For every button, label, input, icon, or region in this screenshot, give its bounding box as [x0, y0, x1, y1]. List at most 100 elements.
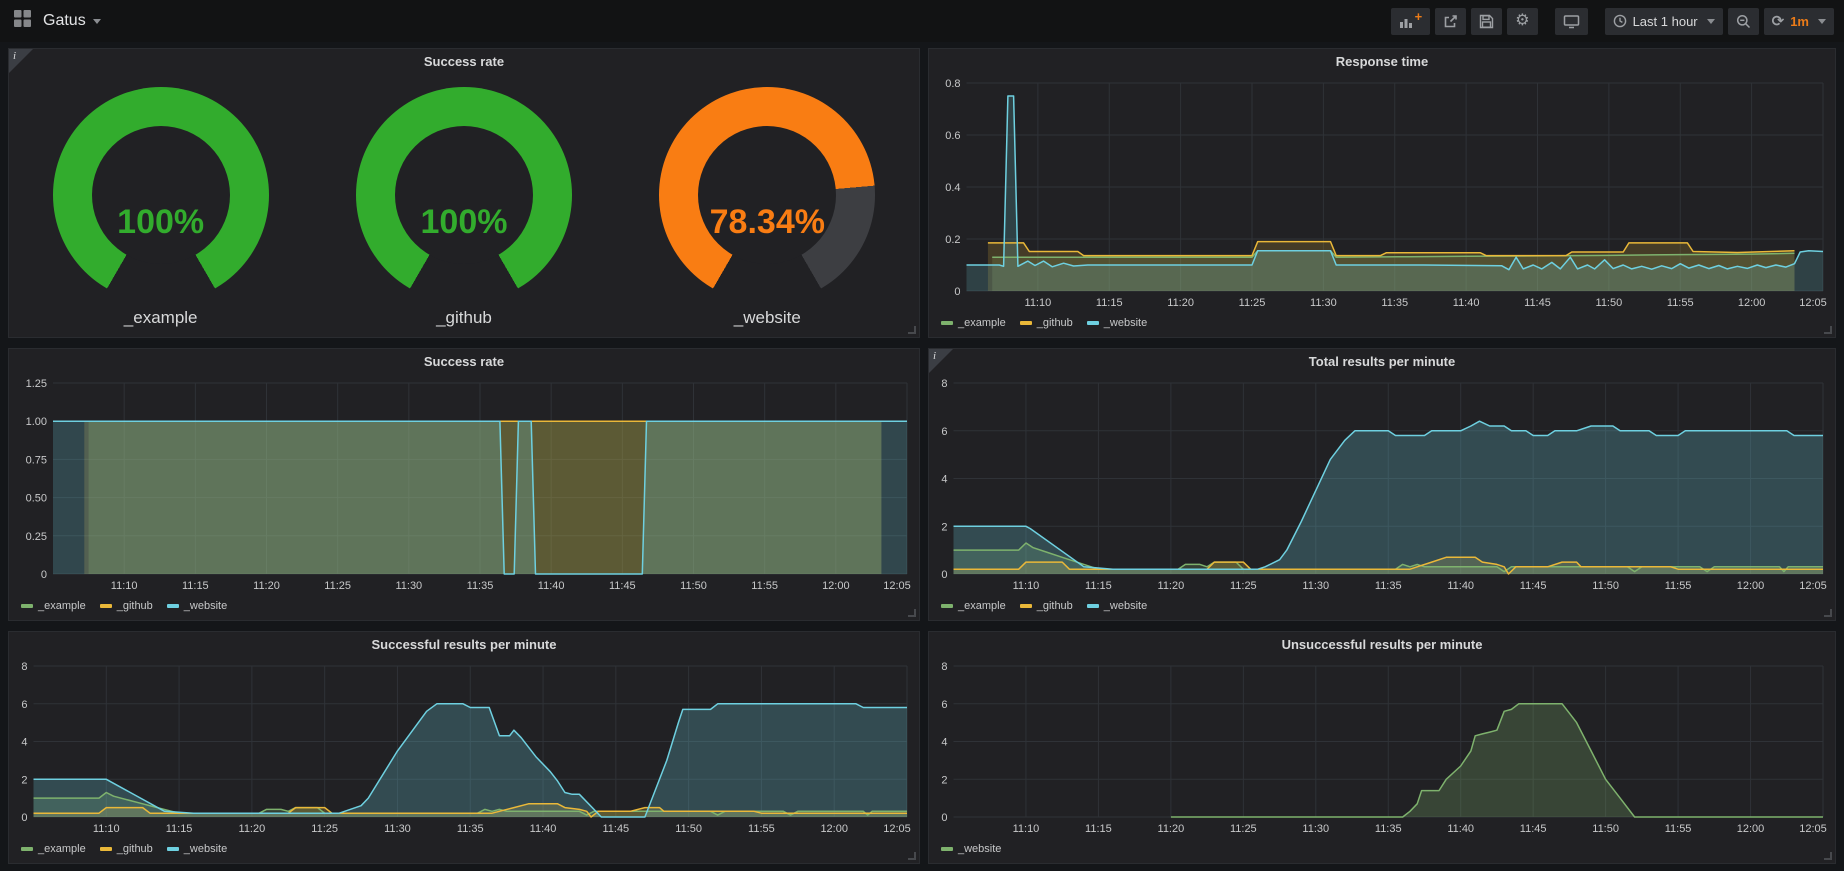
y-axis-label: 0.50 — [26, 493, 47, 505]
panel-title[interactable]: Success rate — [9, 349, 919, 373]
legend-item-_example[interactable]: _example — [21, 600, 86, 612]
gear-icon: ⚙ — [1515, 13, 1529, 29]
gauge-label: _example — [124, 308, 198, 328]
chart-canvas[interactable]: 0246811:1011:1511:2011:2511:3011:3511:40… — [13, 656, 915, 837]
x-axis-label: 12:05 — [1799, 823, 1827, 835]
navbar: Gatus + ⚙ — [0, 0, 1844, 42]
panel-resize-handle[interactable] — [1824, 852, 1832, 860]
panel-title[interactable]: Response time — [929, 49, 1835, 73]
legend-swatch — [941, 604, 953, 608]
y-axis-label: 0.2 — [945, 234, 960, 246]
y-axis-label: 0.6 — [945, 130, 960, 142]
legend-label: _website — [184, 600, 227, 612]
legend-item-_github[interactable]: _github — [1020, 600, 1073, 612]
legend-swatch — [941, 321, 953, 325]
panel-resize-handle[interactable] — [1824, 609, 1832, 617]
legend-swatch — [100, 604, 112, 608]
x-axis-label: 11:50 — [1592, 823, 1619, 835]
refresh-interval-label: 1m — [1790, 14, 1809, 29]
dashboard-caret-icon[interactable] — [93, 19, 101, 24]
chart-canvas[interactable]: 00.250.500.751.001.2511:1011:1511:2011:2… — [13, 373, 915, 594]
panel-resize-handle[interactable] — [908, 326, 916, 334]
y-axis-label: 6 — [941, 426, 947, 438]
gauge-value: 100% — [53, 203, 269, 242]
legend-item-_example[interactable]: _example — [941, 317, 1006, 329]
panel-resize-handle[interactable] — [1824, 326, 1832, 334]
x-axis-label: 11:40 — [1453, 297, 1480, 309]
navbar-right: + ⚙ — [1386, 8, 1844, 35]
panel-title[interactable]: Success rate — [9, 49, 919, 73]
chart-canvas[interactable]: 00.20.40.60.811:1011:1511:2011:2511:3011… — [933, 73, 1831, 311]
legend-item-_website[interactable]: _website — [1087, 317, 1147, 329]
panel-unsuccessful-results: Unsuccessful results per minute 0246811:… — [928, 631, 1836, 864]
legend-swatch — [167, 604, 179, 608]
panel-success-rate-graph: Success rate 00.250.500.751.001.2511:101… — [8, 348, 920, 621]
panel-title[interactable]: Total results per minute — [929, 349, 1835, 373]
panel-success-rate-gauges: i Success rate 100% _example 100% _githu… — [8, 48, 920, 338]
y-axis-label: 2 — [941, 521, 947, 533]
panel-title[interactable]: Successful results per minute — [9, 632, 919, 656]
legend-item-_website[interactable]: _website — [167, 600, 227, 612]
x-axis-label: 12:00 — [1737, 823, 1765, 835]
legend-item-_github[interactable]: _github — [100, 843, 153, 855]
share-button[interactable] — [1435, 8, 1466, 35]
legend-item-_website[interactable]: _website — [1087, 600, 1147, 612]
chart-canvas[interactable]: 0246811:1011:1511:2011:2511:3011:3511:40… — [933, 373, 1831, 594]
refresh-icon: ⟳ — [1772, 14, 1785, 29]
tv-mode-button[interactable] — [1555, 8, 1588, 35]
x-axis-label: 11:25 — [1239, 297, 1266, 309]
x-axis-label: 11:25 — [324, 580, 351, 592]
x-axis-label: 11:10 — [1025, 297, 1052, 309]
x-axis-label: 11:30 — [1302, 823, 1329, 835]
x-axis-label: 12:05 — [1799, 297, 1827, 309]
legend-swatch — [1020, 321, 1032, 325]
legend-item-_github[interactable]: _github — [100, 600, 153, 612]
x-axis-label: 11:40 — [538, 580, 565, 592]
y-axis-label: 4 — [941, 737, 947, 749]
refresh-button[interactable]: ⟳ 1m — [1764, 8, 1834, 35]
y-axis-label: 6 — [941, 699, 947, 711]
panel-info-icon[interactable]: i — [9, 49, 33, 73]
legend-item-_github[interactable]: _github — [1020, 317, 1073, 329]
legend-item-_website[interactable]: _website — [167, 843, 227, 855]
y-axis-label: 2 — [21, 774, 27, 786]
panel-resize-handle[interactable] — [908, 609, 916, 617]
chart-legend: _example _github _website — [941, 314, 1161, 332]
legend-label: _github — [1037, 600, 1073, 612]
x-axis-label: 11:35 — [1375, 580, 1402, 592]
x-axis-label: 11:55 — [1665, 580, 1692, 592]
legend-label: _github — [117, 600, 153, 612]
chart-area[interactable]: 00.20.40.60.811:1011:1511:2011:2511:3011… — [933, 73, 1831, 311]
x-axis-label: 11:15 — [1085, 823, 1112, 835]
chart-canvas[interactable]: 0246811:1011:1511:2011:2511:3011:3511:40… — [933, 656, 1831, 837]
zoom-out-icon — [1736, 14, 1751, 29]
x-axis-label: 11:50 — [675, 823, 702, 835]
panel-title[interactable]: Unsuccessful results per minute — [929, 632, 1835, 656]
x-axis-label: 11:45 — [609, 580, 636, 592]
x-axis-label: 11:35 — [457, 823, 484, 835]
x-axis-label: 11:55 — [1667, 297, 1694, 309]
legend-item-_example[interactable]: _example — [21, 843, 86, 855]
x-axis-label: 12:05 — [1799, 580, 1827, 592]
chart-area[interactable]: 0246811:1011:1511:2011:2511:3011:3511:40… — [933, 373, 1831, 594]
dashboard-grid-icon[interactable] — [14, 10, 31, 32]
chart-area[interactable]: 00.250.500.751.001.2511:1011:1511:2011:2… — [13, 373, 915, 594]
save-button[interactable] — [1471, 8, 1502, 35]
time-range-button[interactable]: Last 1 hour — [1605, 8, 1723, 35]
x-axis-label: 12:05 — [883, 823, 911, 835]
settings-button[interactable]: ⚙ — [1507, 8, 1537, 35]
zoom-out-button[interactable] — [1728, 8, 1759, 35]
legend-item-_website[interactable]: _website — [941, 843, 1001, 855]
panel-info-icon[interactable]: i — [929, 349, 953, 373]
x-axis-label: 11:15 — [1096, 297, 1123, 309]
legend-item-_example[interactable]: _example — [941, 600, 1006, 612]
chart-area[interactable]: 0246811:1011:1511:2011:2511:3011:3511:40… — [933, 656, 1831, 837]
series-area-_website — [34, 704, 908, 817]
gauge-_github: 100% _github — [312, 75, 615, 337]
add-panel-button[interactable]: + — [1391, 8, 1431, 35]
chart-area[interactable]: 0246811:1011:1511:2011:2511:3011:3511:40… — [13, 656, 915, 837]
dashboard-title[interactable]: Gatus — [43, 12, 86, 30]
panel-resize-handle[interactable] — [908, 852, 916, 860]
x-axis-label: 11:35 — [1375, 823, 1402, 835]
x-axis-label: 11:45 — [1520, 580, 1547, 592]
